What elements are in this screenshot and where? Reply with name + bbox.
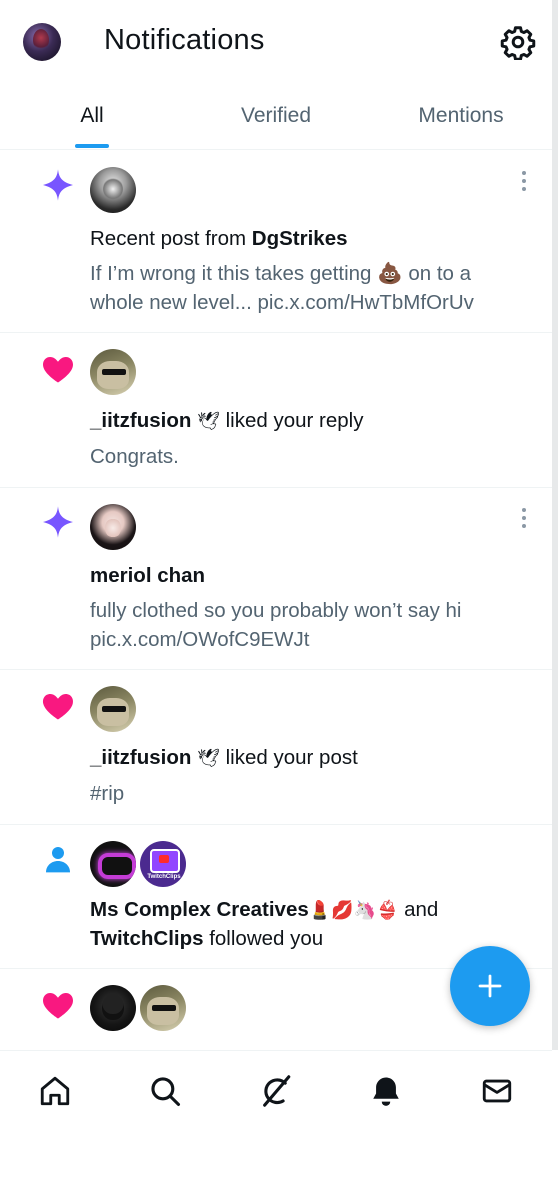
avatar[interactable]	[90, 349, 136, 395]
search-icon	[151, 1077, 181, 1107]
avatar[interactable]	[90, 985, 136, 1031]
nav-grok[interactable]	[256, 1071, 296, 1111]
notification-list: Recent post from DgStrikes If I’m wrong …	[0, 151, 552, 1049]
avatar[interactable]	[90, 686, 136, 732]
gear-icon[interactable]	[500, 24, 536, 61]
compose-button[interactable]	[450, 946, 530, 1026]
home-icon	[40, 1076, 70, 1106]
action-text: liked your post	[219, 746, 358, 769]
heart-icon	[43, 993, 73, 1019]
notifications-screen: Notifications All Verified Mentions Rece…	[0, 0, 558, 1200]
post-preview-continued: whole new level... pic.x.com/HwTbMfOrUv	[90, 291, 474, 314]
system-nav-area	[0, 1130, 558, 1200]
user-name[interactable]: meriol chan	[90, 564, 205, 587]
action-text: followed you	[203, 927, 324, 950]
user-badge-emoji: 🕊	[197, 411, 220, 432]
bell-icon	[373, 1077, 399, 1106]
post-preview: If I’m wrong it this takes getting 💩 on …	[90, 262, 472, 285]
list-item[interactable]: meriol chan fully clothed so you probabl…	[0, 488, 552, 670]
user-name[interactable]: _iitzfusion	[90, 746, 191, 769]
nav-notifications[interactable]	[366, 1071, 406, 1111]
post-preview: Congrats.	[90, 445, 179, 468]
avatar[interactable]	[90, 841, 136, 887]
notification-headline: Ms Complex Creatives💄💋🦄👙 and	[90, 895, 438, 925]
avatar[interactable]	[90, 167, 136, 213]
user-name-emojis: 💄💋🦄👙	[308, 900, 399, 921]
account-avatar[interactable]	[23, 23, 61, 61]
tab-all[interactable]: All	[40, 90, 144, 150]
avatar-caption: TwitchClips	[147, 874, 181, 880]
scroll-edge	[552, 0, 558, 1050]
list-item[interactable]: _iitzfusion 🕊 liked your reply Congrats.	[0, 333, 552, 488]
joiner-text: and	[398, 898, 439, 921]
person-icon	[46, 847, 70, 873]
sparkle-icon	[43, 506, 73, 538]
list-item[interactable]: TwitchClips Ms Complex Creatives💄💋🦄👙 and…	[0, 825, 552, 969]
user-badge-emoji: 🕊	[197, 748, 220, 769]
user-name[interactable]: _iitzfusion	[90, 409, 191, 432]
more-icon[interactable]	[516, 506, 532, 530]
post-preview: #rip	[90, 782, 125, 805]
heart-icon	[43, 357, 73, 383]
post-preview-continued: pic.x.com/OWofC9EWJt	[90, 628, 310, 651]
active-tab-indicator	[75, 144, 109, 148]
sparkle-icon	[43, 169, 73, 201]
avatar[interactable]	[90, 504, 136, 550]
nav-messages[interactable]	[477, 1071, 517, 1111]
action-text: liked your reply	[219, 409, 364, 432]
plus-icon	[478, 974, 502, 998]
avatar[interactable]	[140, 985, 186, 1031]
post-preview: fully clothed so you probably won’t say …	[90, 599, 462, 622]
more-icon[interactable]	[516, 169, 532, 193]
notification-headline: Recent post from DgStrikes	[90, 224, 348, 253]
user-name[interactable]: TwitchClips	[90, 927, 204, 950]
notification-headline-continued: TwitchClips followed you	[90, 924, 323, 953]
mail-icon	[482, 1079, 512, 1103]
heart-icon	[43, 694, 73, 720]
grok-icon	[263, 1075, 291, 1107]
nav-search[interactable]	[145, 1071, 185, 1111]
avatar[interactable]: TwitchClips	[140, 841, 186, 887]
tab-mentions[interactable]: Mentions	[396, 90, 526, 150]
tab-verified[interactable]: Verified	[206, 90, 346, 150]
nav-home[interactable]	[35, 1071, 75, 1111]
notification-tabs: All Verified Mentions	[0, 90, 552, 150]
user-name[interactable]: Ms Complex Creatives	[90, 898, 309, 921]
headline-prefix: Recent post from	[90, 227, 252, 250]
notification-headline: _iitzfusion 🕊 liked your post	[90, 743, 358, 773]
top-bar: Notifications	[0, 0, 552, 90]
bottom-navigation	[0, 1050, 552, 1130]
notification-headline: meriol chan	[90, 561, 205, 590]
user-name[interactable]: DgStrikes	[252, 227, 348, 250]
list-item[interactable]: _iitzfusion 🕊 liked your post #rip	[0, 670, 552, 825]
page-title: Notifications	[104, 24, 265, 56]
list-item[interactable]: Recent post from DgStrikes If I’m wrong …	[0, 151, 552, 333]
notification-headline: _iitzfusion 🕊 liked your reply	[90, 406, 363, 436]
